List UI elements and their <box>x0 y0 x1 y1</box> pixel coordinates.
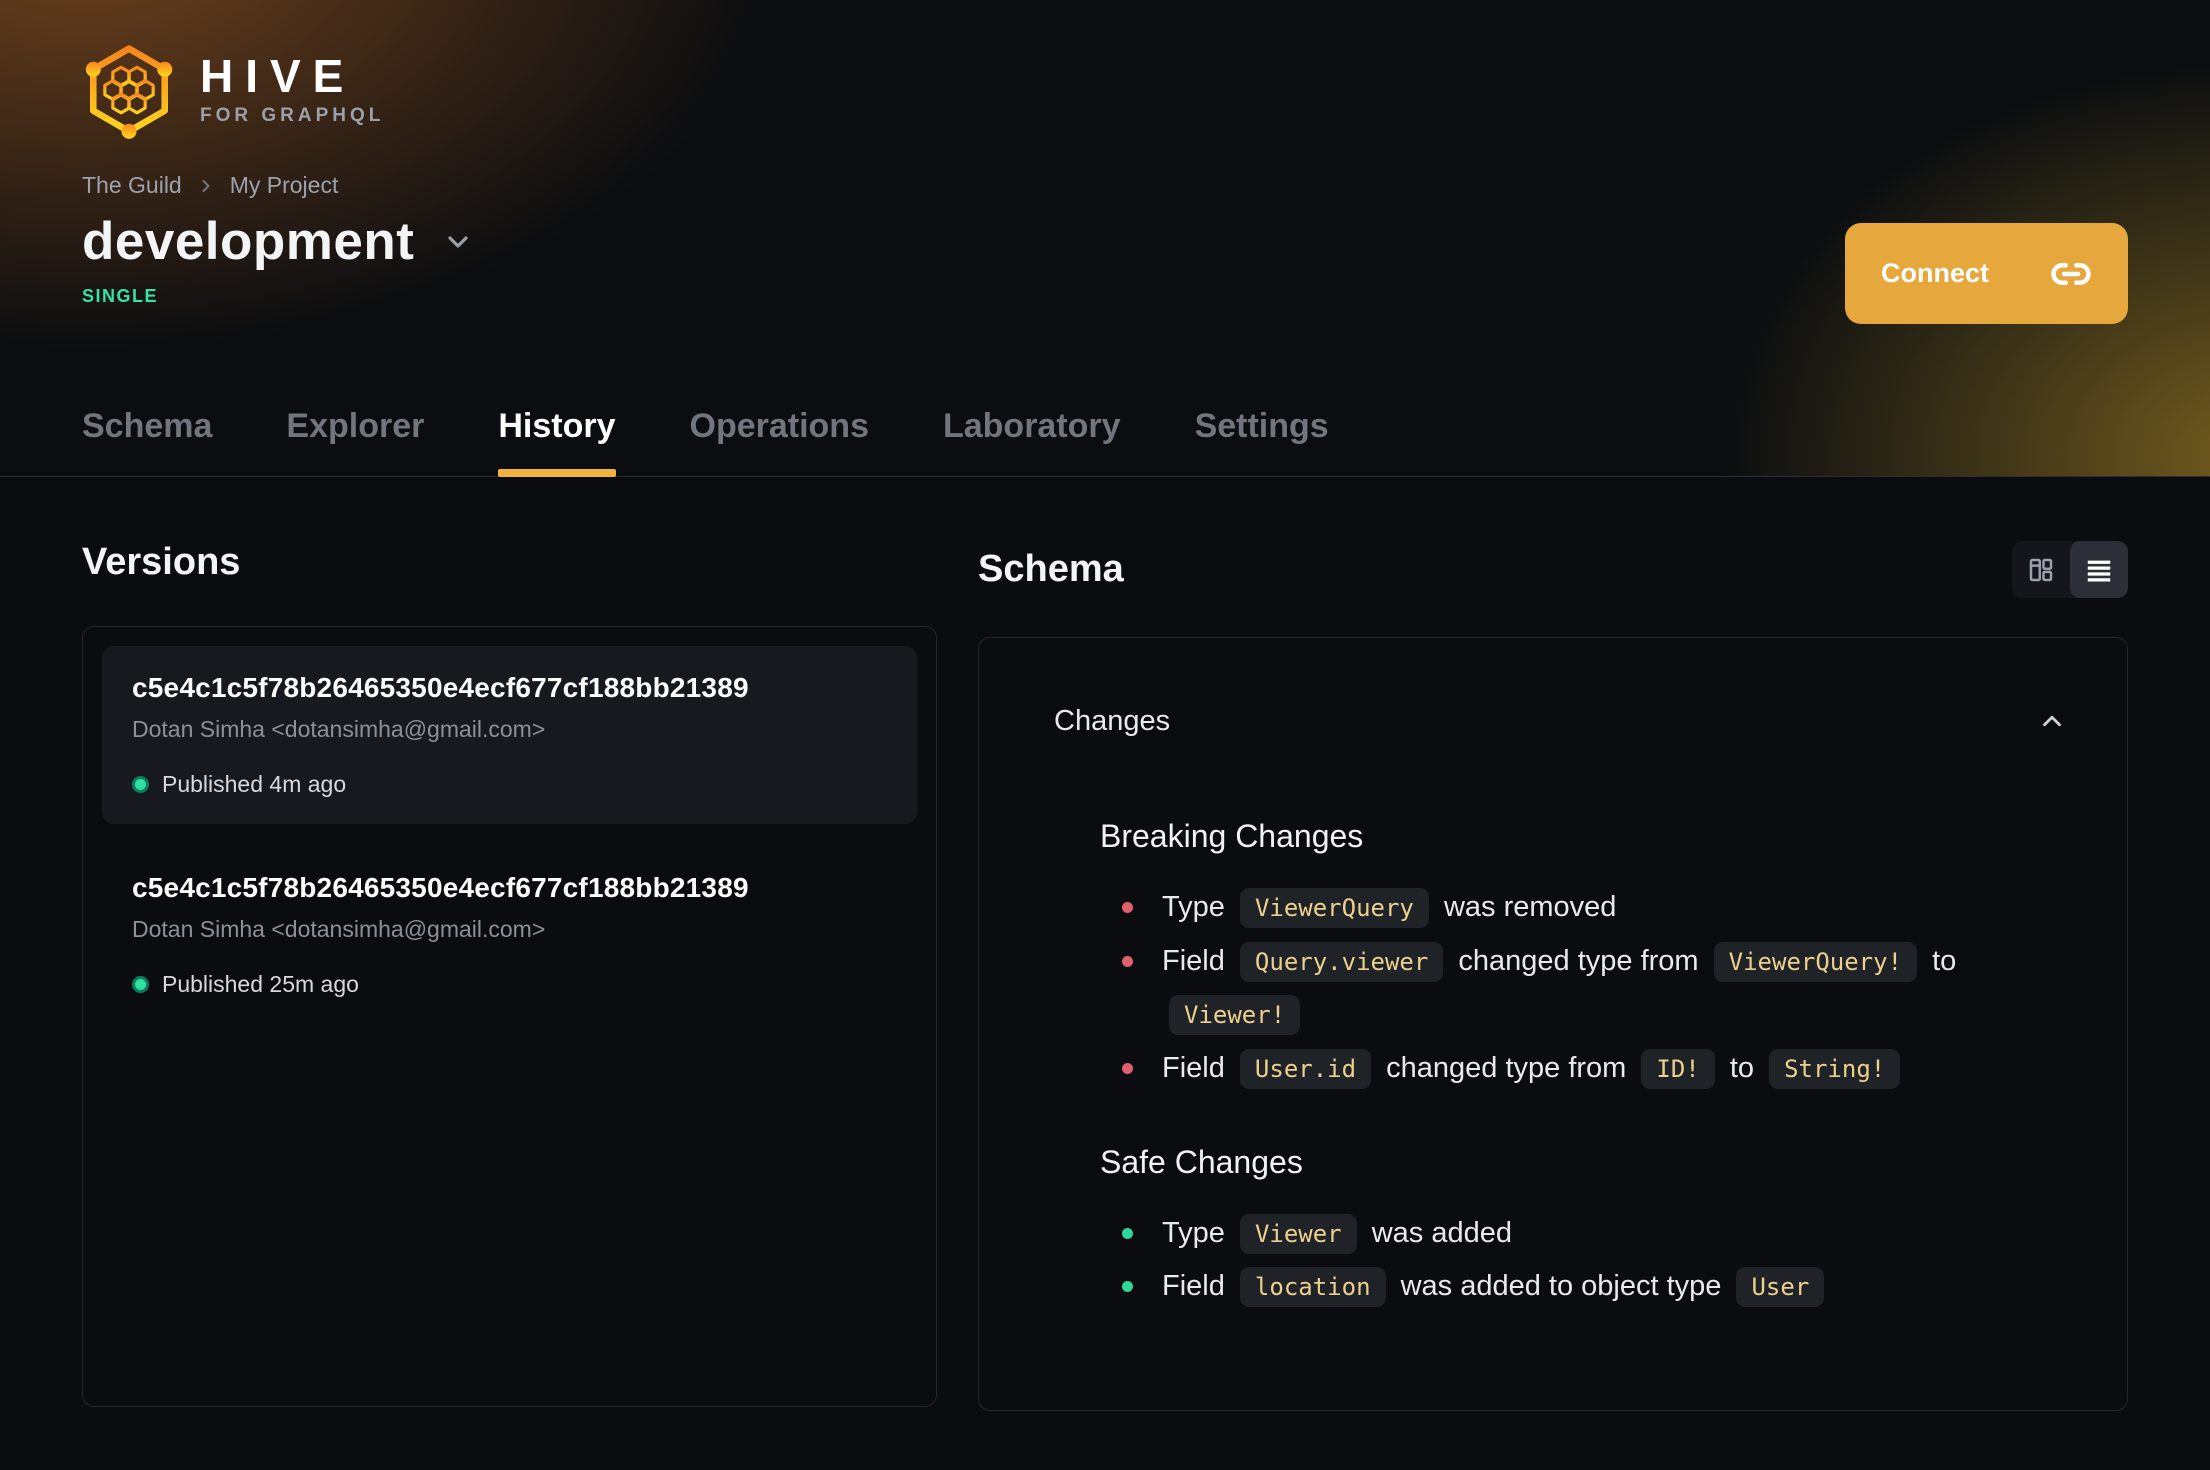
collapse-button[interactable] <box>2033 702 2071 740</box>
change-text: to <box>1924 944 1957 977</box>
change-item: Field User.id changed type from ID! to S… <box>1122 1042 1962 1096</box>
change-item: Type ViewerQuery was removed <box>1122 881 1962 935</box>
connect-button[interactable]: Connect <box>1845 223 2128 324</box>
change-code: Viewer <box>1239 1213 1357 1254</box>
change-text: was added to object type <box>1392 1270 1730 1303</box>
list-view-button[interactable] <box>2070 541 2128 598</box>
change-code: ViewerQuery! <box>1713 941 1918 982</box>
breadcrumb: The Guild My Project <box>82 172 2128 199</box>
version-card[interactable]: c5e4c1c5f78b26465350e4ecf677cf188bb21389… <box>102 846 917 1024</box>
tab-history[interactable]: History <box>498 407 616 477</box>
schema-title: Schema <box>978 548 1124 590</box>
version-status: Published 4m ago <box>162 771 347 797</box>
change-item: Field location was added to object type … <box>1122 1260 1962 1314</box>
columns-view-button[interactable] <box>2012 541 2070 598</box>
change-code: Viewer! <box>1169 995 1301 1036</box>
change-section: Safe Changes Type Viewer was added Field… <box>1100 1144 2081 1314</box>
changes-body: Breaking Changes Type ViewerQuery was re… <box>979 818 2127 1354</box>
breadcrumb-project[interactable]: My Project <box>230 172 339 199</box>
chevron-up-icon <box>2043 715 2061 727</box>
tab-operations[interactable]: Operations <box>690 407 869 476</box>
change-text: Type <box>1162 891 1233 923</box>
brand-tagline: FOR GRAPHQL <box>200 105 385 126</box>
change-text: was added <box>1363 1216 1512 1249</box>
changes-header[interactable]: Changes <box>979 638 2127 740</box>
change-section: Breaking Changes Type ViewerQuery was re… <box>1100 818 2081 1096</box>
change-section-title: Safe Changes <box>1100 1143 1303 1180</box>
link-icon <box>2051 262 2091 285</box>
change-text: Field <box>1162 944 1233 977</box>
changes-title: Changes <box>1054 704 1171 737</box>
tab-settings[interactable]: Settings <box>1195 407 1329 476</box>
page-title: development <box>82 212 415 271</box>
version-card[interactable]: c5e4c1c5f78b26465350e4ecf677cf188bb21389… <box>102 646 917 824</box>
list-view-icon <box>2087 560 2111 581</box>
schema-section: Schema Changes Breaking Changes Type Vie… <box>978 541 2128 1411</box>
change-text: was removed <box>1435 891 1617 923</box>
change-item: Field Query.viewer changed type from Vie… <box>1122 935 1962 1042</box>
tab-explorer[interactable]: Explorer <box>286 407 424 476</box>
version-author: Dotan Simha <dotansimha@gmail.com> <box>132 916 546 942</box>
version-hash: c5e4c1c5f78b26465350e4ecf677cf188bb21389 <box>132 672 749 703</box>
version-status: Published 25m ago <box>162 971 359 997</box>
versions-list: c5e4c1c5f78b26465350e4ecf677cf188bb21389… <box>82 626 937 1407</box>
change-text: to <box>1721 1051 1763 1084</box>
change-code: User <box>1736 1267 1825 1308</box>
tab-laboratory[interactable]: Laboratory <box>943 407 1121 476</box>
columns-view-icon <box>2029 558 2053 581</box>
title-row: development <box>82 211 2128 272</box>
change-text: changed type from <box>1450 944 1707 977</box>
published-status-dot <box>132 776 149 793</box>
change-section-title: Breaking Changes <box>1100 818 1364 854</box>
versions-title: Versions <box>82 541 241 583</box>
version-hash: c5e4c1c5f78b26465350e4ecf677cf188bb21389 <box>132 872 749 903</box>
breadcrumb-org[interactable]: The Guild <box>82 172 182 199</box>
change-text: Field <box>1162 1051 1233 1084</box>
change-code: ViewerQuery <box>1239 888 1429 928</box>
change-code: String! <box>1769 1048 1901 1089</box>
tabs: Schema Explorer History Operations Labor… <box>82 407 1329 477</box>
change-item: Type Viewer was added <box>1122 1207 1962 1261</box>
version-author: Dotan Simha <dotansimha@gmail.com> <box>132 716 546 742</box>
change-code: Query.viewer <box>1239 941 1444 982</box>
brand-name: HIVE <box>200 50 356 102</box>
changes-panel: Changes Breaking Changes Type ViewerQuer… <box>978 637 2128 1411</box>
brand: HIVE FOR GRAPHQL <box>82 40 2128 140</box>
change-code: User.id <box>1239 1048 1372 1089</box>
change-text: changed type from <box>1378 1051 1635 1084</box>
header: HIVE FOR GRAPHQL The Guild My Project de… <box>0 0 2210 477</box>
versions-section: Versions c5e4c1c5f78b26465350e4ecf677cf1… <box>82 541 937 1411</box>
change-code: location <box>1239 1267 1386 1308</box>
target-mode-badge: SINGLE <box>82 286 159 306</box>
published-status-dot <box>132 976 149 993</box>
connect-label: Connect <box>1881 258 1989 288</box>
main: Versions c5e4c1c5f78b26465350e4ecf677cf1… <box>0 541 2210 1411</box>
chevron-down-icon <box>448 235 469 248</box>
change-text: Type <box>1162 1216 1233 1249</box>
chevron-right-icon <box>202 179 210 192</box>
hive-logo-icon <box>85 45 173 139</box>
view-toggle <box>2012 541 2128 598</box>
target-selector-toggle[interactable] <box>442 226 474 258</box>
change-text: Field <box>1162 1270 1233 1303</box>
change-code: ID! <box>1641 1048 1715 1089</box>
tab-schema[interactable]: Schema <box>82 407 212 476</box>
page: HIVE FOR GRAPHQL The Guild My Project de… <box>0 0 2210 1470</box>
